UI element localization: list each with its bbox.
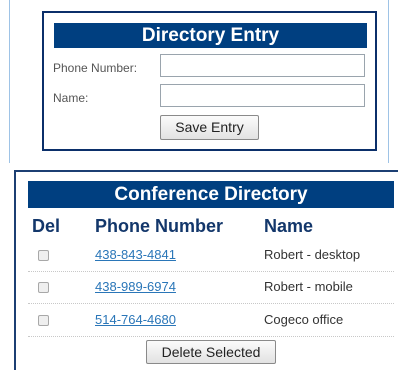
phone-number-label: Phone Number:: [53, 61, 138, 75]
directory-entry-panel: Directory Entry Phone Number: Name: Save…: [42, 11, 377, 151]
conference-directory-title: Conference Directory: [28, 181, 394, 208]
delete-checkbox[interactable]: [38, 282, 49, 293]
phone-number-link[interactable]: 438-843-4841: [95, 247, 176, 262]
phone-number-link[interactable]: 514-764-4680: [95, 312, 176, 327]
column-header-phone: Phone Number: [95, 216, 224, 236]
entry-name: Robert - mobile: [264, 279, 353, 294]
save-entry-button[interactable]: Save Entry: [160, 115, 259, 140]
conference-directory-panel: Conference Directory Del Phone Number Na…: [14, 170, 398, 370]
column-header-del: Del: [32, 216, 61, 236]
phone-number-input[interactable]: [160, 54, 365, 77]
frame-line-right: [388, 0, 398, 163]
table-row: 438-989-6974 Robert - mobile: [28, 274, 394, 304]
delete-checkbox[interactable]: [38, 250, 49, 261]
phone-number-link[interactable]: 438-989-6974: [95, 279, 176, 294]
column-header-name: Name: [264, 216, 314, 236]
delete-selected-button[interactable]: Delete Selected: [146, 340, 276, 364]
delete-checkbox[interactable]: [38, 315, 49, 326]
table-row: 514-764-4680 Cogeco office: [28, 307, 394, 337]
name-input[interactable]: [160, 84, 365, 107]
entry-name: Robert - desktop: [264, 247, 361, 262]
frame-line-left: [0, 0, 10, 163]
entry-name: Cogeco office: [264, 312, 344, 327]
directory-entry-title: Directory Entry: [54, 23, 367, 48]
table-row: 438-843-4841 Robert - desktop: [28, 242, 394, 272]
name-label: Name:: [53, 91, 89, 105]
